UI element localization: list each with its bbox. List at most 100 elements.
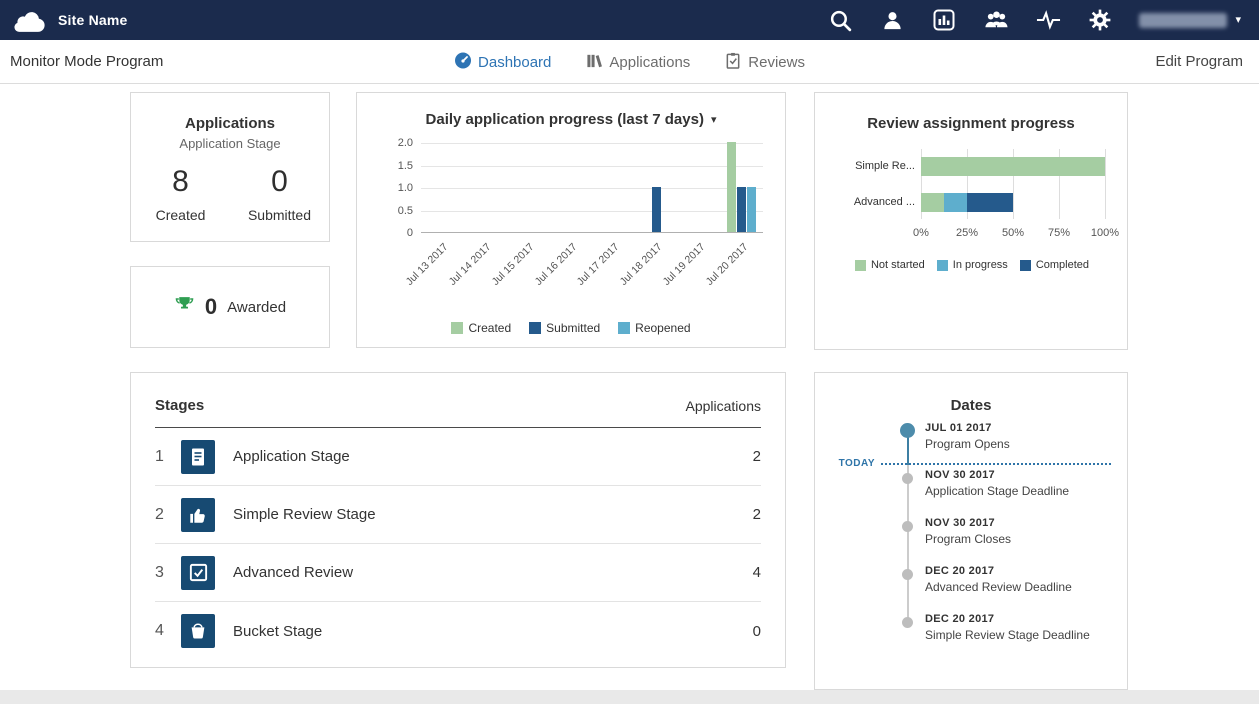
stage-label: Advanced Review [233,564,753,581]
stages-applications-column-header: Applications [686,398,762,414]
chevron-down-icon: ▾ [711,113,717,126]
event-date: NOV 30 2017 [925,517,1011,529]
legend-item: Submitted [529,321,600,335]
review-chart-legend: Not started In progress Completed [831,259,1113,271]
stage-label: Application Stage [233,448,753,465]
stage-label: Bucket Stage [233,623,753,640]
program-tabs: Dashboard Applications Reviews [454,40,805,84]
review-stacked-bar-chart: Not startedIn progressCompleted 0%25%50%… [831,149,1113,309]
thumbs-up-icon [181,498,215,532]
applications-icon [585,52,602,73]
stage-number: 1 [155,448,181,466]
people-icon[interactable] [983,7,1009,33]
page-bottom-strip [0,690,1259,704]
tab-applications[interactable]: Applications [585,52,690,73]
awarded-card: 0 Awarded [130,266,330,348]
cloud-logo-icon[interactable] [12,8,46,33]
submitted-stat: 0 Submitted [230,165,329,223]
tab-applications-label: Applications [609,54,690,71]
awarded-label: Awarded [227,299,286,316]
timeline-event: DEC 20 2017 Simple Review Stage Deadline [925,613,1090,642]
stage-count: 4 [753,564,761,581]
timeline-dot [902,473,913,484]
applications-card-subtitle: Application Stage [131,136,329,151]
daily-chart-legend: Created Submitted Reopened [357,321,785,335]
today-dotted-line [881,463,1111,465]
activity-icon[interactable] [1035,7,1061,33]
stage-count: 2 [753,448,761,465]
legend-item: Completed [1020,259,1089,271]
legend-swatch [1020,260,1031,271]
stage-count: 0 [753,623,761,640]
timeline-dot [902,569,913,580]
awarded-value: 0 [205,294,217,320]
trophy-icon [174,295,195,320]
daily-progress-dropdown[interactable]: Daily application progress (last 7 days)… [426,111,717,128]
bucket-icon [181,614,215,648]
legend-item: Reopened [618,321,690,335]
legend-swatch [618,322,630,334]
stage-row-advanced-review[interactable]: 3 Advanced Review 4 [155,544,761,602]
stage-row-simple-review[interactable]: 2 Simple Review Stage 2 [155,486,761,544]
tab-reviews-label: Reviews [748,54,805,71]
user-icon[interactable] [879,7,905,33]
submitted-label: Submitted [230,207,329,223]
legend-item: Created [451,321,511,335]
program-title: Monitor Mode Program [10,40,163,84]
timeline-event: JUL 01 2017 Program Opens [925,422,1010,451]
edit-program-link[interactable]: Edit Program [1155,40,1243,84]
redacted-username [1139,13,1227,28]
daily-progress-title: Daily application progress (last 7 days) [426,111,704,128]
review-progress-title: Review assignment progress [815,115,1127,132]
legend-swatch [451,322,463,334]
legend-swatch [855,260,866,271]
event-date: DEC 20 2017 [925,613,1090,625]
gear-icon[interactable] [1087,7,1113,33]
timeline-event: DEC 20 2017 Advanced Review Deadline [925,565,1072,594]
tab-dashboard-label: Dashboard [478,54,551,71]
daily-bar-chart: 00.51.01.52.0Jul 13 2017Jul 14 2017Jul 1… [375,139,769,299]
stage-row-bucket-stage[interactable]: 4 Bucket Stage 0 [155,602,761,660]
tab-reviews[interactable]: Reviews [724,52,805,73]
top-header: Site Name [0,0,1259,40]
timeline-dot [902,617,913,628]
legend-swatch [529,322,541,334]
bar-chart-icon[interactable] [931,7,957,33]
created-value: 8 [131,165,230,199]
stage-number: 2 [155,506,181,524]
event-label: Program Opens [925,437,1010,451]
event-date: DEC 20 2017 [925,565,1072,577]
stage-number: 4 [155,622,181,640]
timeline-dot [902,521,913,532]
submitted-value: 0 [230,165,329,199]
today-label: TODAY [815,458,875,469]
stage-number: 3 [155,564,181,582]
tab-dashboard[interactable]: Dashboard [454,52,551,73]
dashboard-icon [454,52,471,73]
applications-card-title: Applications [131,115,329,132]
stages-header: Stages Applications [155,373,761,428]
stage-row-application-stage[interactable]: 1 Application Stage 2 [155,428,761,486]
user-menu[interactable]: ▾ [1139,13,1241,28]
applications-summary-card: Applications Application Stage 8 Created… [130,92,330,242]
program-nav-bar: Monitor Mode Program Dashboard Applicati… [0,40,1259,84]
stage-count: 2 [753,506,761,523]
timeline-event: NOV 30 2017 Application Stage Deadline [925,469,1069,498]
created-stat: 8 Created [131,165,230,223]
document-icon [181,440,215,474]
dates-title: Dates [815,397,1127,414]
dashboard-page: Site Name [0,0,1259,704]
applications-stats: 8 Created 0 Submitted [131,165,329,223]
review-progress-card: Review assignment progress Not started In… [814,92,1128,350]
stages-title: Stages [155,397,204,414]
event-label: Application Stage Deadline [925,484,1069,498]
header-icon-bar: ▾ [827,7,1259,33]
chevron-down-icon: ▾ [1235,15,1241,26]
checklist-icon [181,556,215,590]
dates-card: Dates TODAY JUL 01 2017 Program Opens NO… [814,372,1128,690]
event-date: JUL 01 2017 [925,422,1010,434]
legend-item: Not started [855,259,925,271]
search-icon[interactable] [827,7,853,33]
daily-bar-chart-plot [421,143,763,233]
legend-item: In progress [937,259,1008,271]
